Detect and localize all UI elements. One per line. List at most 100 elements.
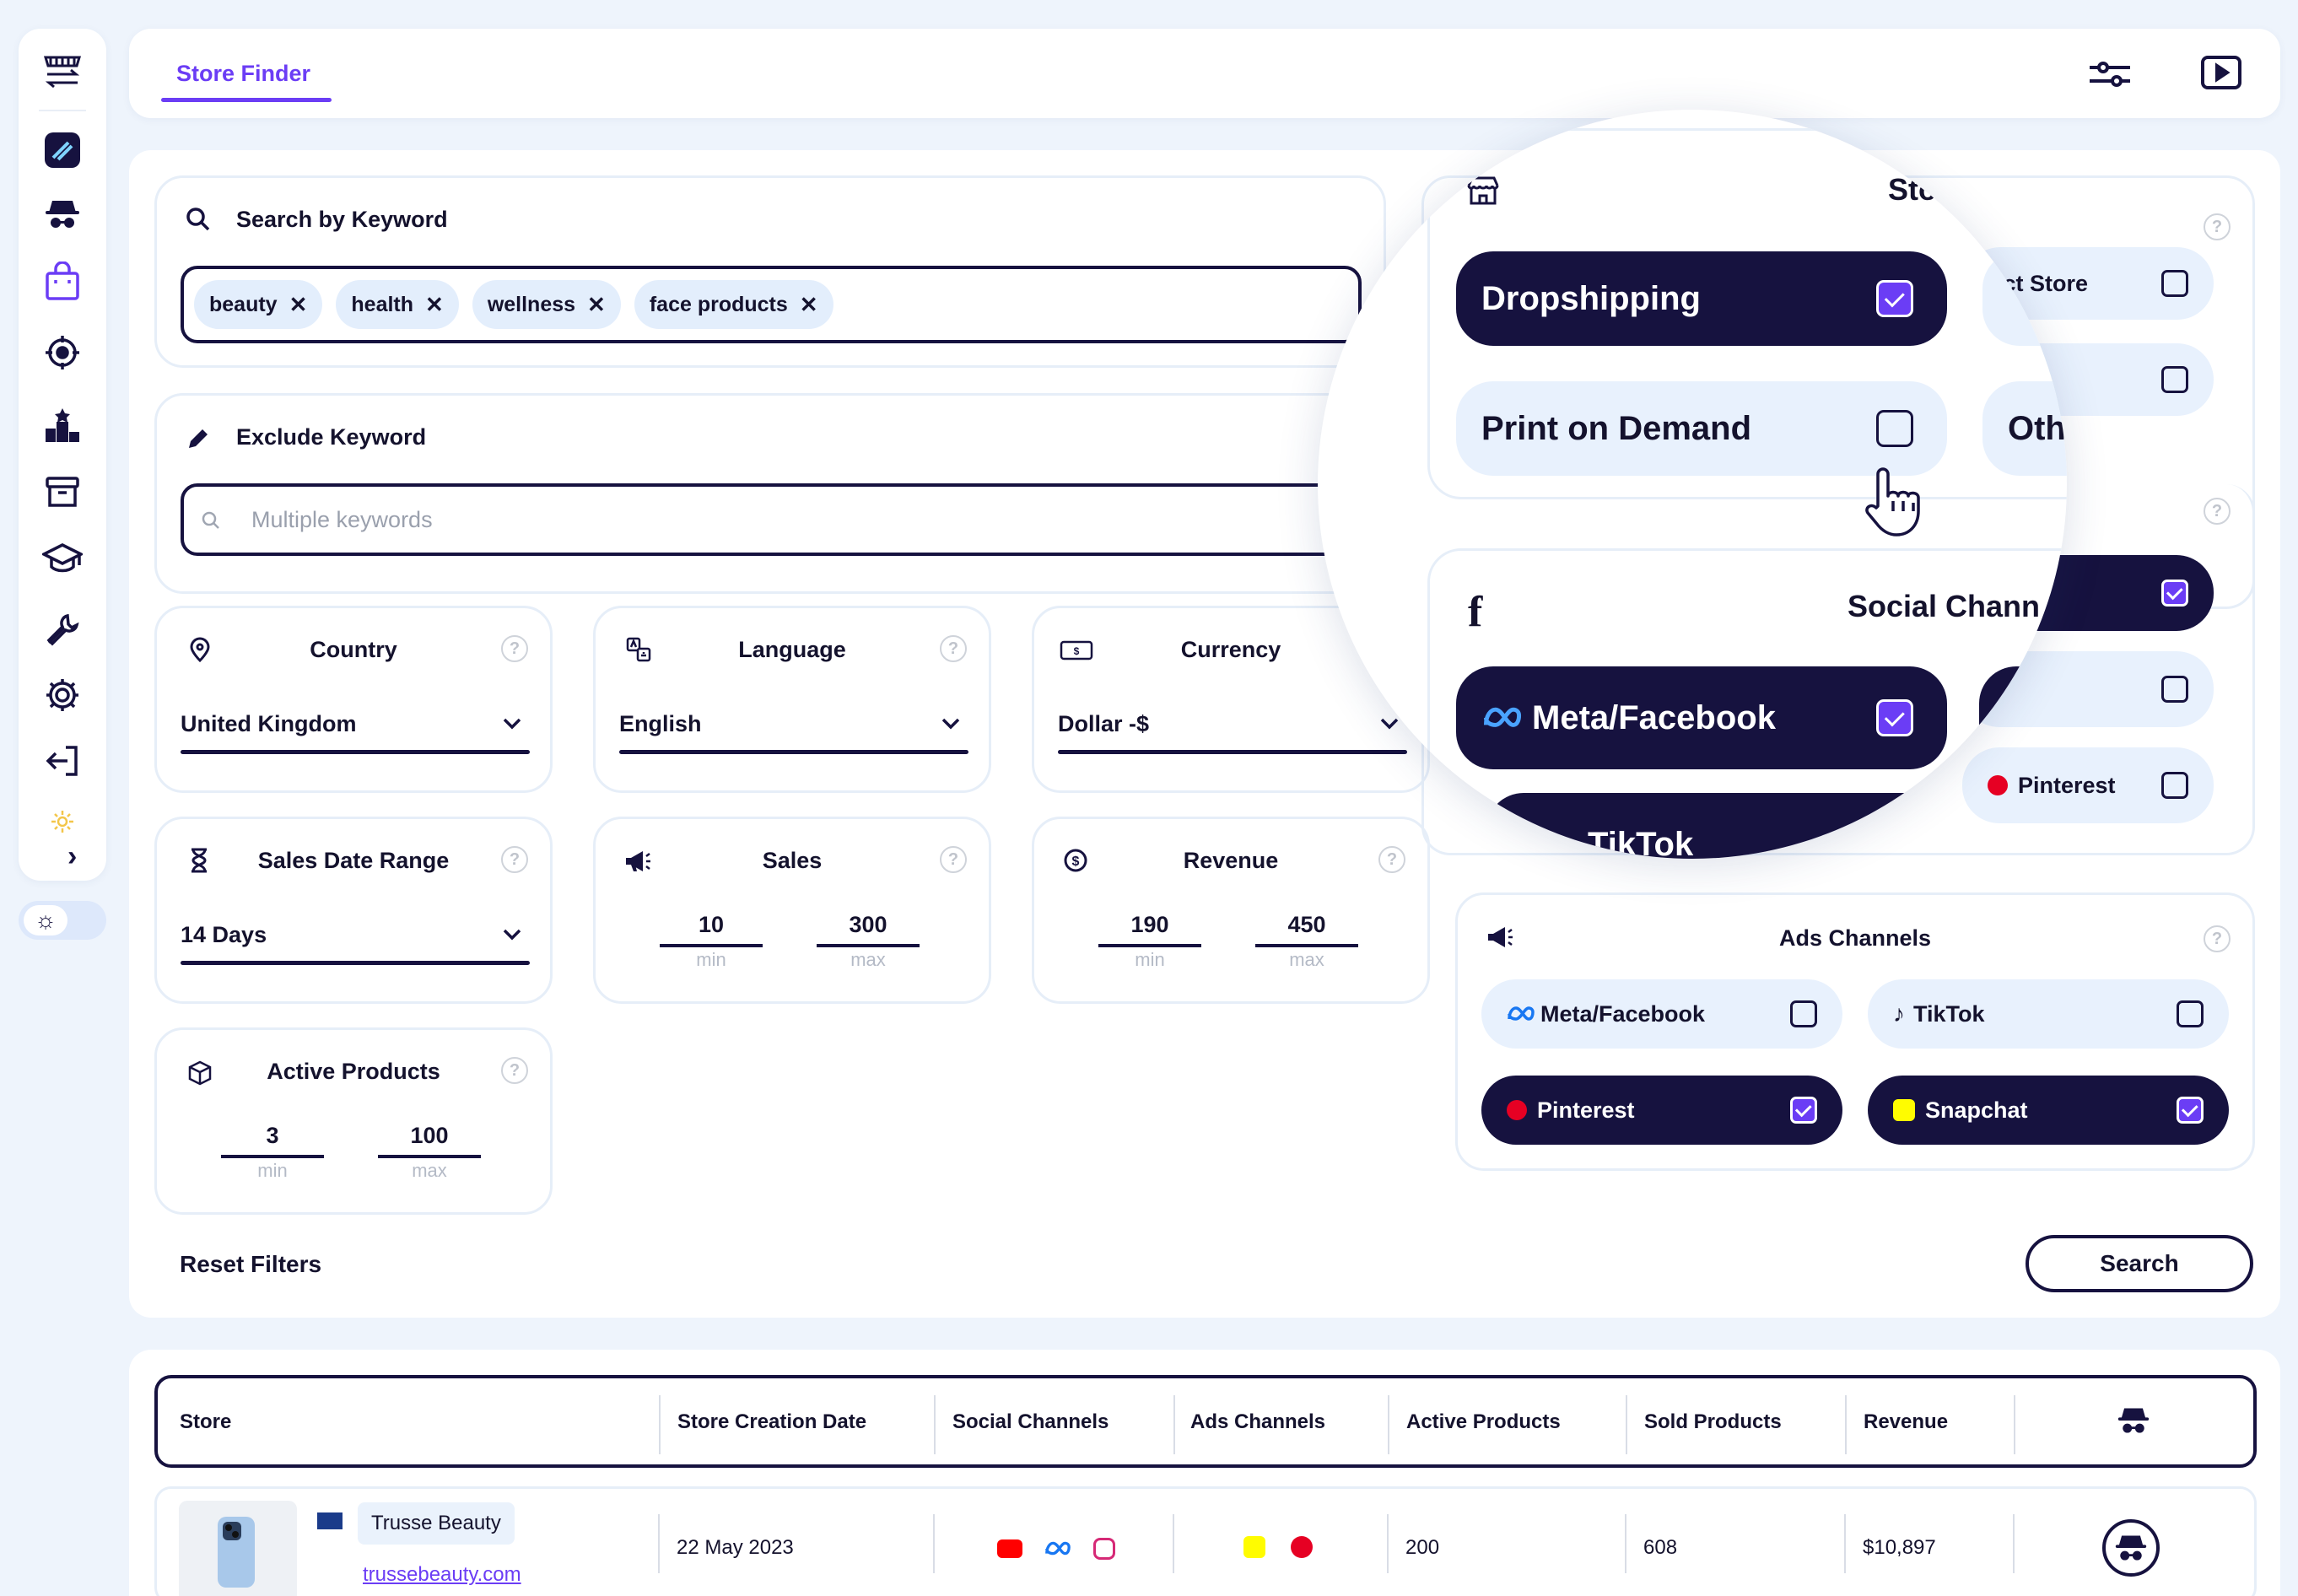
help-icon[interactable]: ? [501,846,528,873]
remove-chip-icon[interactable]: ✕ [800,292,818,318]
active-products-value: 200 [1405,1536,1440,1559]
active-products-max-input[interactable]: 100 [378,1123,481,1149]
help-icon[interactable]: ? [2204,213,2231,240]
active-products-card: Active Products ? 3 min 100 max [154,1027,553,1215]
store-swap-icon[interactable] [39,47,86,94]
social-channels-title: Social Chann [1848,589,2041,623]
hand-cursor-icon [1858,464,1925,540]
app-logo-icon[interactable] [39,127,86,174]
col-revenue[interactable]: Revenue [1864,1410,1948,1434]
sliders-icon[interactable] [2088,57,2132,91]
sales-max-input[interactable]: 300 [817,912,920,938]
currency-select[interactable]: Dollar -$ [1058,711,1149,737]
ads-option-pinterest[interactable]: Pinterest [1481,1076,1842,1145]
spy-store-button[interactable] [2102,1519,2160,1577]
col-sold-products[interactable]: Sold Products [1644,1410,1782,1434]
expand-sidebar-button[interactable]: › [67,840,77,873]
exclude-keyword-input[interactable]: Multiple keywords [181,483,1362,556]
help-icon[interactable]: ? [940,846,967,873]
help-icon[interactable]: ? [2204,925,2231,952]
play-video-icon[interactable] [2201,56,2241,89]
social-option-meta[interactable]: Meta/Facebook [1456,666,1947,769]
meta-icon [1481,706,1524,730]
remove-chip-icon[interactable]: ✕ [289,292,308,318]
revenue-card: $ Revenue ? 190 min 450 max [1032,817,1430,1004]
language-title: Language [738,637,846,662]
tab-store-finder[interactable]: Store Finder [176,61,310,87]
store-type-option-print-on-demand[interactable]: Print on Demand [1456,381,1947,476]
active-products-min-input[interactable]: 3 [221,1123,324,1149]
chevron-down-icon[interactable] [1380,718,1399,730]
social-option-tiktok-zoomed[interactable]: TikTok [1486,793,1959,859]
revenue-min-input[interactable]: 190 [1098,912,1201,938]
theme-toggle[interactable]: ☼ [19,901,106,940]
logout-icon[interactable] [39,737,86,785]
exclude-keyword-card: Exclude Keyword Multiple keywords [154,393,1386,594]
chevron-down-icon[interactable] [941,718,960,730]
reset-filters-button[interactable]: Reset Filters [180,1251,321,1278]
ads-option-snapchat[interactable]: Snapchat [1868,1076,2229,1145]
ads-option-meta[interactable]: Meta/Facebook [1481,979,1842,1049]
graduation-cap-icon[interactable] [39,535,86,582]
magnifier-lens: Sto Dropshipping Print on Demand Oth f S… [1318,110,2067,859]
sales-card: Sales ? 10 min 300 max [593,817,991,1004]
ads-channels-card: Ads Channels ? Meta/Facebook ♪ TikTok Pi… [1455,892,2255,1171]
col-active-products[interactable]: Active Products [1406,1410,1561,1434]
table-row[interactable]: Trusse Beauty trussebeauty.com 22 May 20… [154,1486,2257,1596]
target-icon[interactable] [39,329,86,376]
gear-icon[interactable] [39,671,86,719]
search-keyword-card: Search by Keyword beauty ✕ health ✕ wellne… [154,175,1386,368]
help-icon[interactable]: ? [1378,846,1405,873]
store-type-option-dropshipping[interactable]: Dropshipping [1456,251,1947,346]
col-social-channels[interactable]: Social Channels [952,1410,1109,1434]
sales-date-range-select[interactable]: 14 Days [181,922,267,948]
store-type-option[interactable] [1982,251,2067,346]
spy-icon[interactable] [2117,1404,2150,1437]
sales-date-range-card: Sales Date Range ? 14 Days [154,817,553,1004]
language-card: Language ? English [593,606,991,793]
store-url-link[interactable]: trussebeauty.com [363,1563,521,1587]
theme-toggle-knob: ☼ [24,905,67,935]
remove-chip-icon[interactable]: ✕ [587,292,606,318]
country-title: Country [310,637,397,662]
search-keyword-title: Search by Keyword [236,207,448,232]
col-ads-channels[interactable]: Ads Channels [1190,1410,1325,1434]
help-icon[interactable]: ? [501,1057,528,1084]
pinterest-icon [1507,1100,1527,1120]
ads-option-tiktok[interactable]: ♪ TikTok [1868,979,2229,1049]
exclude-keyword-title: Exclude Keyword [236,424,427,450]
storefront-icon [1466,175,1500,206]
archive-icon[interactable] [39,469,86,516]
country-select[interactable]: United Kingdom [181,711,356,737]
keyword-chip: wellness ✕ [472,280,621,329]
chevron-down-icon[interactable] [503,718,521,730]
store-type-option-other[interactable]: Oth [1982,381,2067,476]
ads-channel-icons [1243,1536,1313,1558]
country-card: Country ? United Kingdom [154,606,553,793]
help-icon[interactable]: ? [501,635,528,662]
revenue-max-input[interactable]: 450 [1255,912,1358,938]
sales-min-input[interactable]: 10 [660,912,763,938]
wrench-icon[interactable] [39,606,86,653]
language-select[interactable]: English [619,711,702,737]
keyword-chip: health ✕ [336,280,459,329]
ads-channels-title: Ads Channels [1778,925,1932,951]
podium-icon[interactable] [39,402,86,449]
remove-chip-icon[interactable]: ✕ [425,292,444,318]
min-label: min [1135,949,1165,970]
keyword-input[interactable]: beauty ✕ health ✕ wellness ✕ face products ✕ [181,266,1362,343]
social-option[interactable]: r [1979,666,2067,769]
help-icon[interactable]: ? [940,635,967,662]
col-store-creation-date[interactable]: Store Creation Date [677,1410,866,1434]
shopping-bag-icon[interactable] [39,258,86,305]
social-channel-icons [997,1538,1115,1560]
spy-icon[interactable] [39,191,86,238]
help-icon[interactable]: ? [2204,498,2231,525]
pinterest-icon [1291,1536,1313,1558]
sold-products-value: 608 [1643,1536,1678,1559]
col-store[interactable]: Store [180,1410,231,1434]
store-creation-date: 22 May 2023 [677,1536,794,1559]
instagram-icon [1093,1538,1115,1560]
chevron-down-icon[interactable] [503,929,521,941]
search-button[interactable]: Search [2026,1235,2253,1292]
